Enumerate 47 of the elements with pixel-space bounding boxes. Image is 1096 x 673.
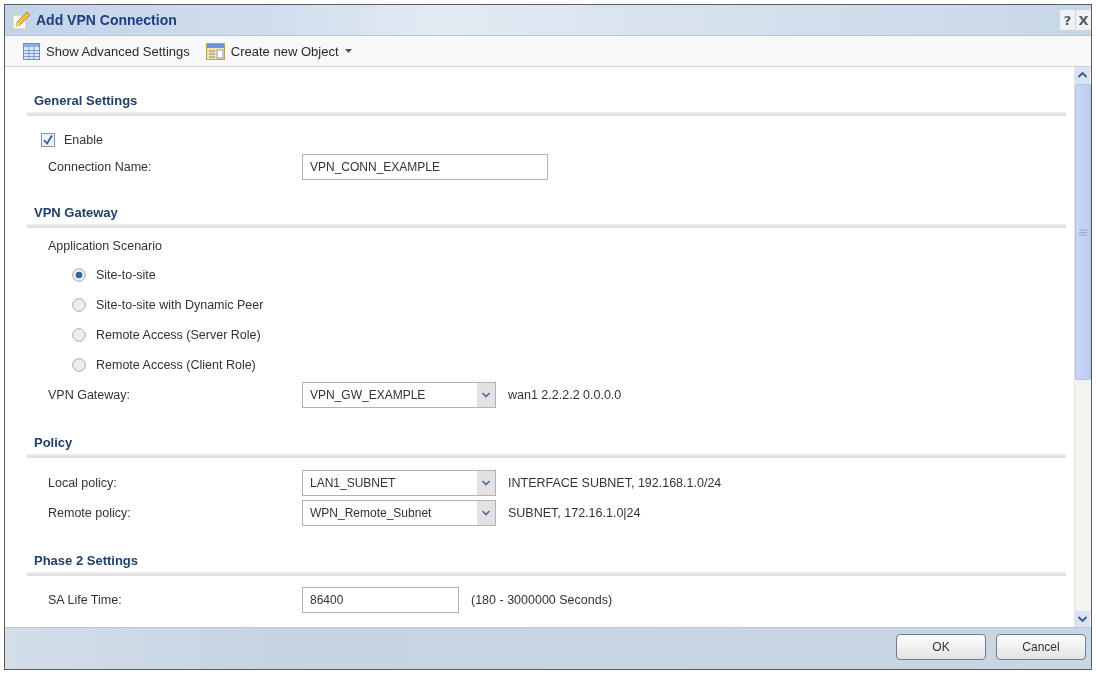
field-note: INTERFACE SUBNET, 192.168.1.0/24	[508, 476, 722, 490]
field-label: Connection Name:	[48, 159, 153, 174]
chevron-down-icon[interactable]	[477, 501, 495, 525]
grip-icon	[1079, 228, 1087, 236]
toolbar-button[interactable]: Show Advanced Settings	[21, 40, 192, 62]
section-heading: VPN Gateway	[33, 203, 119, 222]
section-heading: General Settings	[33, 91, 139, 110]
option-label: Remote Access (Server Role)	[96, 327, 261, 343]
option-label: Site-to-site with Dynamic Peer	[96, 297, 264, 313]
scrollbar-thumb[interactable]	[1075, 84, 1091, 380]
chevron-down-icon[interactable]	[477, 383, 495, 407]
field-note: SUBNET, 172.16.1.0|24	[508, 506, 641, 520]
text-field[interactable]: VPN_CONN_EXAMPLE	[302, 153, 548, 180]
pencil-note-icon	[12, 10, 30, 30]
table-icon	[23, 42, 40, 60]
caret-down-icon	[344, 49, 352, 53]
help-button[interactable]: ?	[1060, 10, 1075, 30]
option-label: Remote Access (Client Role)	[96, 357, 256, 373]
radio-button[interactable]	[72, 328, 86, 342]
field-label: Local policy:	[48, 476, 118, 490]
window-grid-icon	[205, 42, 225, 60]
scroll-down-icon[interactable]	[1075, 611, 1090, 627]
field-note: wan1 2.2.2.2 0.0.0.0	[508, 388, 622, 402]
scroll-up-icon[interactable]	[1075, 67, 1090, 84]
window-title: Add VPN Connection	[36, 12, 177, 28]
radio-button[interactable]	[72, 298, 86, 312]
group-label: Application Scenario	[48, 238, 162, 254]
checkbox-label: Enable	[64, 131, 103, 148]
dropdown-select[interactable]: LAN1_SUBNET	[302, 470, 496, 496]
dropdown-select[interactable]: WPN_Remote_Subnet	[302, 500, 496, 526]
text-field[interactable]: 86400	[302, 586, 459, 613]
dropdown-select[interactable]: VPN_GW_EXAMPLE	[302, 382, 496, 408]
field-label: VPN Gateway:	[48, 388, 131, 402]
field-label: SA Life Time:	[48, 592, 123, 607]
radio-button[interactable]	[72, 268, 86, 282]
cancel-button[interactable]: Cancel	[996, 634, 1086, 660]
ok-button[interactable]: OK	[896, 634, 986, 660]
toolbar-button[interactable]: Create new Object	[203, 40, 354, 62]
field-note: (180 - 3000000 Seconds)	[471, 592, 613, 607]
section-heading: Policy	[33, 433, 74, 452]
chevron-down-icon[interactable]	[477, 471, 495, 495]
close-button[interactable]: X	[1076, 10, 1091, 30]
radio-button[interactable]	[72, 358, 86, 372]
option-label: Site-to-site	[96, 267, 156, 283]
section-heading: Phase 2 Settings	[33, 551, 140, 570]
checkbox[interactable]	[41, 132, 55, 147]
field-label: Remote policy:	[48, 506, 132, 520]
